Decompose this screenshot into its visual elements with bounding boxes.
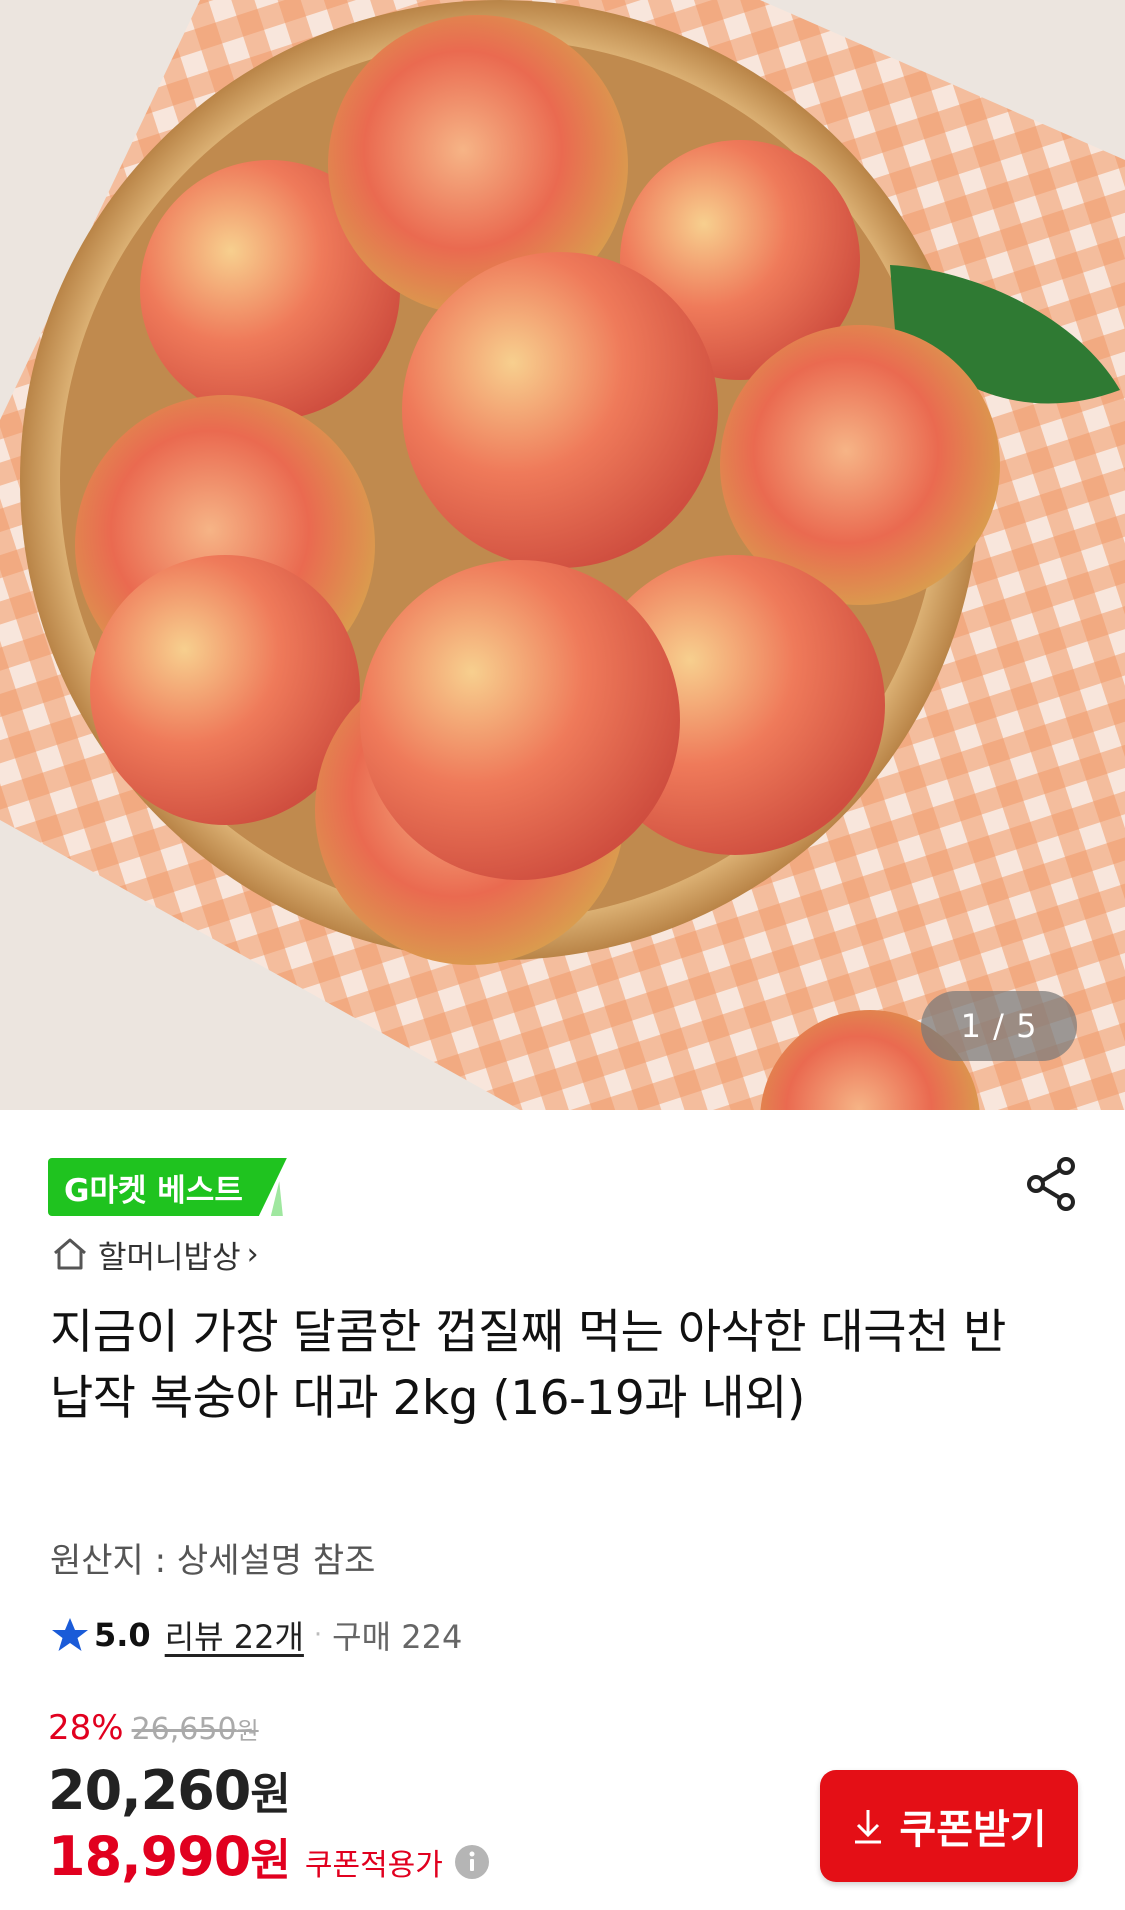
coupon-price: 18,990 원 쿠폰적용가: [48, 1824, 491, 1888]
original-price: 26,650: [131, 1712, 237, 1747]
product-origin: 원산지 : 상세설명 참조: [50, 1541, 376, 1581]
badge-label: G마켓 베스트: [48, 1158, 259, 1216]
image-pager: 1 / 5: [921, 991, 1077, 1061]
download-icon: [855, 1810, 882, 1844]
coupon-price-value: 18,990: [48, 1825, 251, 1888]
star-icon: [52, 1618, 88, 1651]
sale-price-value: 20,260: [48, 1759, 251, 1822]
sale-price: 20,260 원: [48, 1758, 291, 1822]
sale-price-unit: 원: [250, 1769, 291, 1820]
original-price-unit: 원: [236, 1717, 259, 1745]
home-icon: [54, 1238, 86, 1270]
purchase-count: 구매 224: [332, 1618, 463, 1656]
rating-score: 5.0: [94, 1616, 151, 1654]
get-coupon-label: 쿠폰받기: [899, 1807, 1047, 1853]
seller-name: 할머니밥상: [98, 1239, 241, 1276]
product-title: 지금이 가장 달콤한 껍질째 먹는 아삭한 대극천 반납작 복숭아 대과 2kg…: [50, 1305, 1006, 1426]
chevron-right-icon: ›: [246, 1236, 259, 1272]
get-coupon-button[interactable]: 쿠폰받기: [820, 1770, 1078, 1882]
peach-bowl-photo: [0, 0, 1125, 1110]
discount-percent: 28%: [48, 1708, 124, 1748]
product-image[interactable]: 1 / 5: [0, 0, 1125, 1110]
coupon-price-unit: 원: [250, 1835, 291, 1886]
share-icon: [1027, 1157, 1075, 1211]
coupon-price-label: 쿠폰적용가: [304, 1848, 443, 1883]
gmarket-best-badge: G마켓 베스트: [48, 1158, 287, 1216]
info-icon[interactable]: [453, 1843, 491, 1881]
discount-info: 28% 26,650 원: [48, 1708, 259, 1752]
seller-link[interactable]: 할머니밥상 ›: [50, 1232, 259, 1276]
share-button[interactable]: [1020, 1152, 1084, 1216]
rating-summary: 5.0 리뷰 22개 · 구매 224: [50, 1612, 462, 1658]
separator-dot: ·: [313, 1620, 323, 1650]
review-count-link[interactable]: 리뷰 22개: [165, 1612, 304, 1658]
